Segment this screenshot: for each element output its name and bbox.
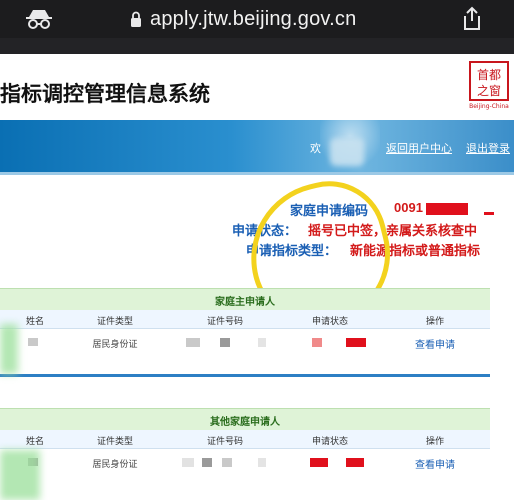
page-title: 指标调控管理信息系统 xyxy=(0,83,210,106)
svg-text:Beijing-China: Beijing-China xyxy=(469,103,509,110)
redacted-id xyxy=(186,338,200,347)
id-type-cell: 居民身份证 xyxy=(92,459,138,469)
table-title: 其他家庭申请人 xyxy=(0,408,490,431)
redacted-status xyxy=(312,338,322,347)
table-header-row: 姓名 证件类型 证件号码 申请状态 操作 xyxy=(0,310,490,329)
col-id-type: 证件类型 xyxy=(96,316,133,326)
col-action: 操作 xyxy=(425,316,444,326)
browser-address-bar: apply.jtw.beijing.gov.cn xyxy=(0,0,514,38)
redacted-id xyxy=(202,458,212,467)
redacted-mark xyxy=(484,212,494,215)
col-id-number: 证件号码 xyxy=(206,436,243,446)
redacted-id xyxy=(258,458,266,467)
web-page: 指标调控管理信息系统 首都 之窗 Beijing-China 欢 返回用户中心 … xyxy=(0,54,514,500)
redacted-status xyxy=(346,338,366,347)
redacted-id xyxy=(220,338,230,347)
col-status: 申请状态 xyxy=(311,316,348,326)
other-applicant-table: 其他家庭申请人 姓名 证件类型 证件号码 申请状态 操作 居民身份证 查看申请 xyxy=(0,408,490,500)
col-name: 姓名 xyxy=(25,436,44,446)
redacted-code xyxy=(426,203,468,215)
table-footer-bar xyxy=(0,374,490,377)
url-field[interactable]: apply.jtw.beijing.gov.cn xyxy=(130,6,356,32)
screen-glare xyxy=(0,450,40,500)
table-row: 居民身份证 查看申请 xyxy=(0,328,490,356)
welcome-text: 欢 xyxy=(310,143,321,155)
family-code-value: 0091 xyxy=(394,200,423,215)
table-header-row: 姓名 证件类型 证件号码 申请状态 操作 xyxy=(0,430,490,449)
redacted-status xyxy=(346,458,364,467)
url-text: apply.jtw.beijing.gov.cn xyxy=(150,7,357,30)
browser-toolbar-edge xyxy=(0,38,514,54)
main-applicant-table: 家庭主申请人 姓名 证件类型 证件号码 申请状态 操作 居民身份证 查看申请 xyxy=(0,288,490,360)
col-status: 申请状态 xyxy=(311,436,348,446)
banner-divider xyxy=(0,172,514,175)
redacted-status xyxy=(310,458,328,467)
view-application-link[interactable]: 查看申请 xyxy=(380,456,490,471)
id-type-cell: 居民身份证 xyxy=(92,339,138,349)
redacted-name xyxy=(28,338,38,346)
col-action: 操作 xyxy=(425,436,444,446)
screen-glare xyxy=(0,324,18,374)
redacted-id xyxy=(258,338,266,347)
redacted-username xyxy=(330,138,364,166)
table-title: 家庭主申请人 xyxy=(0,288,490,311)
redacted-id xyxy=(222,458,232,467)
redacted-id xyxy=(182,458,194,467)
lock-icon xyxy=(131,11,141,27)
logout-link[interactable]: 退出登录 xyxy=(466,140,510,156)
svg-text:首都: 首都 xyxy=(477,68,501,82)
table-row: 居民身份证 查看申请 xyxy=(0,448,490,476)
return-user-center-link[interactable]: 返回用户中心 xyxy=(386,140,452,156)
col-id-number: 证件号码 xyxy=(206,316,243,326)
view-application-link[interactable]: 查看申请 xyxy=(380,336,490,351)
incognito-icon xyxy=(26,10,52,29)
share-icon[interactable] xyxy=(460,6,484,32)
svg-text:之窗: 之窗 xyxy=(477,84,501,98)
col-id-type: 证件类型 xyxy=(96,436,133,446)
capital-window-logo: 首都 之窗 Beijing-China xyxy=(469,61,509,110)
